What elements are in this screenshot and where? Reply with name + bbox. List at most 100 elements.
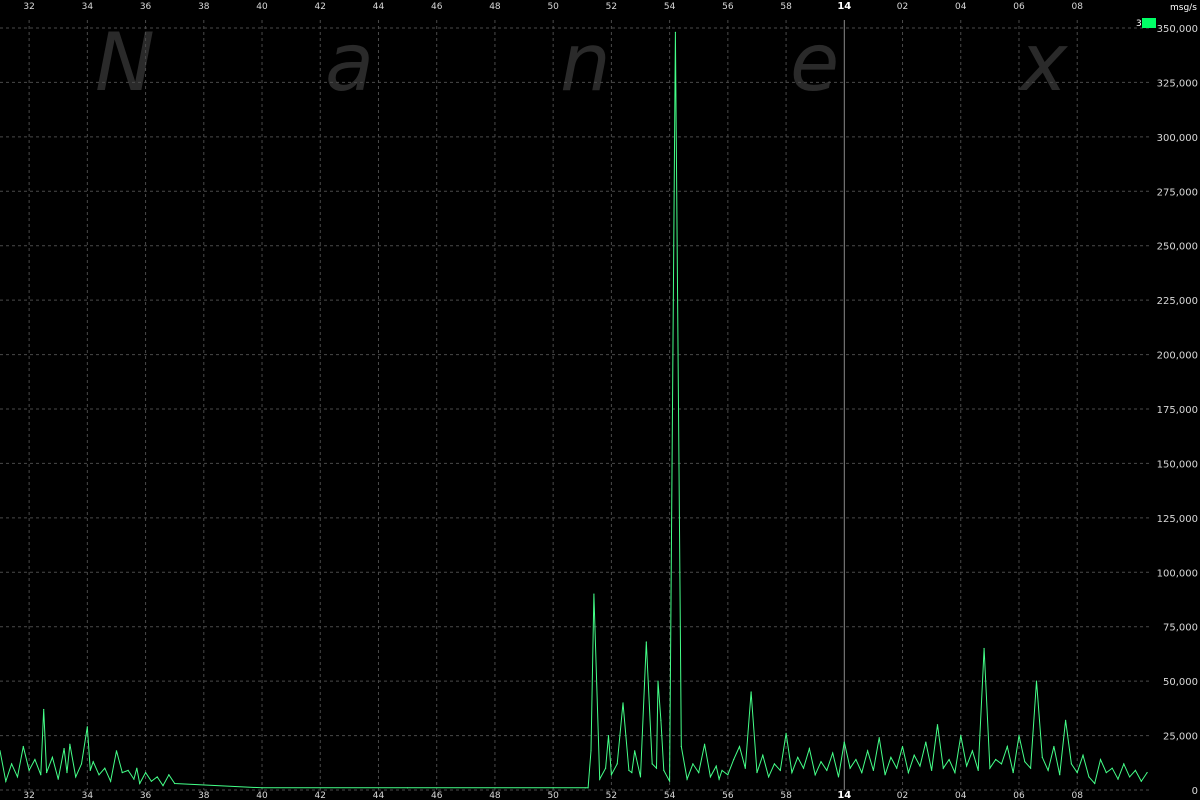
x-tick-label-bottom: 52 xyxy=(606,791,617,800)
data-point xyxy=(80,763,83,765)
data-point xyxy=(1123,763,1125,765)
data-point xyxy=(631,771,633,774)
data-point xyxy=(948,758,950,761)
data-point xyxy=(150,780,152,782)
data-point xyxy=(750,691,752,693)
data-point xyxy=(1000,763,1003,765)
data-point xyxy=(63,748,65,750)
data-point xyxy=(1018,734,1020,737)
data-point xyxy=(45,771,48,774)
data-point xyxy=(40,774,42,776)
data-point xyxy=(622,702,624,704)
data-point xyxy=(11,763,13,765)
data-point xyxy=(744,767,746,769)
data-point xyxy=(692,763,694,765)
y-tick-label: 275,000 xyxy=(1157,187,1198,198)
data-point xyxy=(587,787,589,789)
y-axis-unit-label: msg/s xyxy=(1170,3,1197,13)
data-point xyxy=(890,756,892,758)
data-point xyxy=(127,769,129,772)
data-point xyxy=(843,741,845,743)
data-point xyxy=(66,771,68,774)
data-point xyxy=(634,750,636,752)
data-point xyxy=(983,647,985,650)
data-point xyxy=(174,782,176,785)
data-point xyxy=(718,778,720,780)
x-tick-label-bottom: 58 xyxy=(780,791,792,800)
data-point xyxy=(715,765,717,767)
x-tick-label-top: 56 xyxy=(722,2,734,12)
data-point xyxy=(768,776,770,778)
data-point xyxy=(22,745,24,748)
y-tick-label: 225,000 xyxy=(1157,296,1198,307)
data-point xyxy=(680,745,682,748)
data-point xyxy=(98,774,100,776)
x-tick-label-bottom: 08 xyxy=(1071,791,1083,800)
data-point xyxy=(156,776,158,778)
data-point xyxy=(645,641,647,643)
x-tick-label-bottom: 48 xyxy=(489,791,501,800)
x-tick-label-top: 46 xyxy=(431,2,443,12)
data-point xyxy=(936,724,939,726)
data-point xyxy=(756,771,758,774)
legend: 3 xyxy=(1136,18,1156,29)
data-point xyxy=(872,769,875,772)
data-point xyxy=(989,767,991,769)
legend-swatch xyxy=(1142,18,1156,28)
data-point xyxy=(721,769,723,772)
y-tick-label: 100,000 xyxy=(1157,568,1198,579)
data-point xyxy=(884,774,886,776)
data-point xyxy=(139,782,141,785)
data-point xyxy=(651,763,653,765)
data-point xyxy=(92,761,94,763)
data-point xyxy=(698,771,700,774)
data-point xyxy=(657,680,659,682)
x-tick-label-bottom: 56 xyxy=(722,791,734,800)
x-tick-label-bottom: 34 xyxy=(82,791,94,800)
data-point xyxy=(977,769,979,772)
x-tick-label-bottom: 32 xyxy=(23,791,34,800)
data-point xyxy=(919,765,921,767)
data-point xyxy=(1030,767,1032,769)
data-point xyxy=(663,769,665,772)
y-tick-label: 175,000 xyxy=(1157,405,1198,416)
data-point xyxy=(866,750,869,752)
y-tick-label: 125,000 xyxy=(1157,514,1198,525)
watermark-letter: e xyxy=(790,16,839,109)
data-point xyxy=(1088,776,1090,778)
data-point xyxy=(1105,771,1107,774)
x-tick-label-bottom: 46 xyxy=(431,791,443,800)
data-point xyxy=(779,769,781,772)
data-point xyxy=(121,771,123,774)
data-point xyxy=(1134,769,1137,772)
data-point xyxy=(808,748,810,750)
legend-label: 3 xyxy=(1136,19,1142,29)
y-tick-label: 350,000 xyxy=(1157,24,1198,35)
data-point xyxy=(960,734,962,737)
data-point xyxy=(855,758,857,761)
data-point xyxy=(954,771,956,774)
data-point xyxy=(660,719,662,721)
y-tick-label: 75,000 xyxy=(1163,623,1198,634)
data-point xyxy=(628,769,630,772)
data-point xyxy=(1146,771,1148,774)
data-point xyxy=(896,767,898,769)
data-point xyxy=(599,778,601,780)
x-tick-label-bottom: 02 xyxy=(897,791,908,800)
data-point xyxy=(75,776,77,778)
data-point xyxy=(639,776,642,778)
x-tick-label-top: 08 xyxy=(1071,2,1083,12)
x-tick-label-top: 44 xyxy=(373,2,385,12)
data-point xyxy=(1082,754,1084,756)
watermark-letter: n xyxy=(560,16,611,109)
y-tick-label: 50,000 xyxy=(1163,677,1198,688)
data-point xyxy=(1094,782,1096,785)
data-point xyxy=(820,761,822,763)
data-point xyxy=(57,778,59,780)
x-tick-label-top: 52 xyxy=(606,2,617,12)
watermark-letter: x xyxy=(1017,16,1069,109)
data-point xyxy=(115,750,118,752)
data-point xyxy=(995,758,997,761)
x-tick-label-bottom: 38 xyxy=(198,791,210,800)
data-point xyxy=(89,769,91,772)
